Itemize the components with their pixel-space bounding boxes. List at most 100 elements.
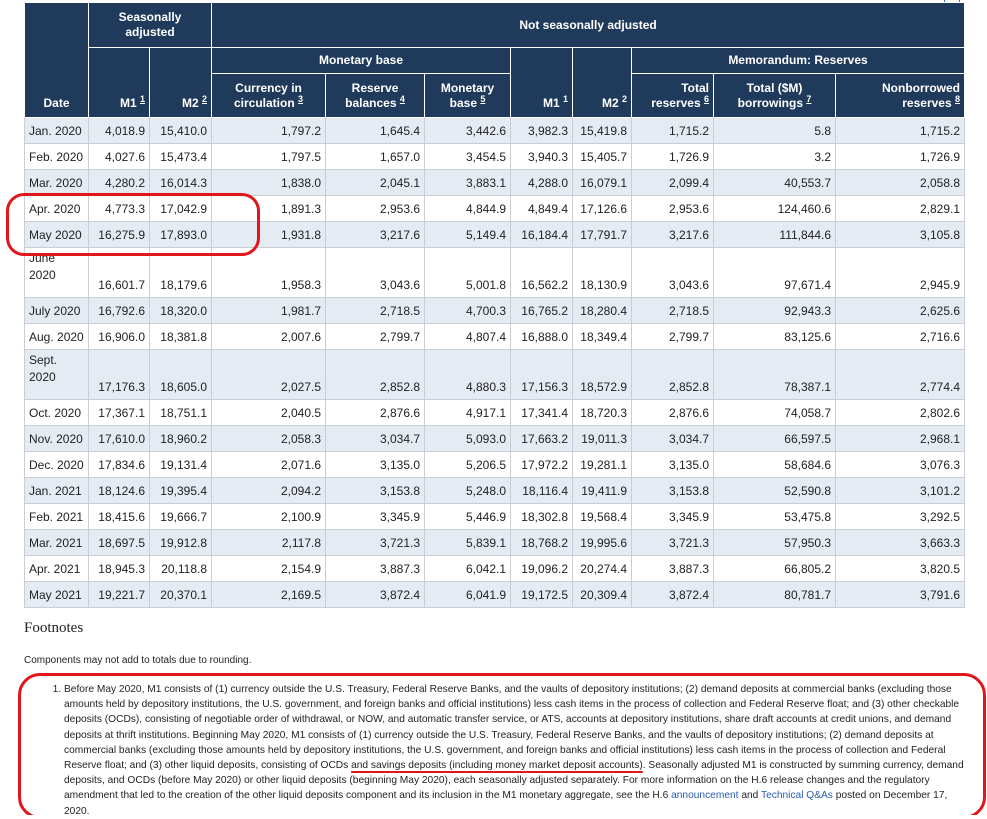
cell-sa-m1: 4,018.9 (88, 117, 150, 144)
footnote-link-5[interactable]: 5 (480, 94, 485, 104)
header-seasonally-adjusted: Seasonally adjusted (87, 2, 213, 48)
header-nonborrowed: Nonborrowed reserves 8 (835, 73, 966, 118)
footnote-link-7[interactable]: 7 (806, 94, 811, 104)
cell-monetary-base: 5,446.9 (424, 503, 512, 530)
table-row: May 2020 16,275.9 17,893.0 1,931.8 3,217.6 5,… (24, 221, 966, 248)
cell-total-borrowings: 92,943.3 (713, 297, 837, 324)
cell-reserve-balances: 3,887.3 (325, 555, 426, 582)
header-total-borrowings-label: Total ($M) borrowings (737, 80, 803, 110)
cell-sa-m1: 4,027.6 (88, 143, 150, 170)
cell-total-borrowings: 111,844.6 (713, 221, 837, 248)
header-seasonally-adjusted-label: Seasonally adjusted (118, 10, 182, 39)
table-row: Aug. 2020 16,906.0 18,381.8 2,007.6 2,799.7 4… (24, 323, 966, 350)
cell-sa-m2: 18,320.0 (148, 297, 213, 324)
cell-nsa-m2: 15,405.7 (572, 143, 633, 170)
cell-total-reserves: 2,099.4 (631, 169, 715, 196)
cell-reserve-balances: 1,645.4 (325, 117, 426, 144)
cell-currency: 2,169.5 (211, 581, 327, 608)
header-nsa-m2: M2 2 (572, 47, 633, 118)
cell-total-reserves: 2,852.8 (631, 349, 715, 400)
cell-sa-m2: 20,370.1 (148, 581, 213, 608)
cell-date: Jan. 2021 (24, 477, 89, 504)
cell-total-borrowings: 3.2 (713, 143, 837, 170)
cell-nsa-m1: 17,156.3 (510, 349, 574, 400)
header-sa-m1-label: M1 (119, 96, 137, 110)
cell-nsa-m1: 4,849.4 (510, 195, 574, 222)
cell-nsa-m2: 19,411.9 (572, 477, 633, 504)
footnote-ref-2: 2 (622, 94, 628, 104)
announcement-link[interactable]: announcement (671, 790, 738, 801)
cell-date: May 2020 (24, 221, 89, 248)
cell-reserve-balances: 2,799.7 (325, 323, 426, 350)
cell-currency: 1,958.3 (211, 247, 327, 298)
cell-monetary-base: 4,700.3 (424, 297, 512, 324)
footnote-link-6[interactable]: 6 (704, 94, 709, 104)
cell-nonborrowed-reserves: 3,663.3 (835, 529, 966, 556)
header-nsa-m1: M1 1 (510, 47, 574, 118)
cell-monetary-base: 4,880.3 (424, 349, 512, 400)
header-date-label: Date (43, 96, 70, 110)
components-note: Components may not add to totals due to … (24, 655, 252, 666)
header-nsa-m1-label: M1 (542, 96, 560, 110)
header-nsa-m2-label: M2 (601, 96, 619, 110)
cell-nsa-m1: 4,288.0 (510, 169, 574, 196)
technical-qa-link[interactable]: Technical Q&As (761, 790, 833, 801)
cell-nsa-m1: 16,765.2 (510, 297, 574, 324)
cell-nsa-m1: 19,096.2 (510, 555, 574, 582)
cell-nsa-m1: 18,302.8 (510, 503, 574, 530)
cell-sa-m2: 19,395.4 (148, 477, 213, 504)
cell-total-reserves: 3,887.3 (631, 555, 715, 582)
cell-currency: 2,117.8 (211, 529, 327, 556)
footnote-link-2[interactable]: 2 (202, 94, 207, 104)
header-total-reserves-label: Total reserves (651, 80, 710, 110)
cell-sa-m2: 15,410.0 (148, 117, 213, 144)
cell-nsa-m1: 17,972.2 (510, 451, 574, 478)
footnote-link-3[interactable]: 3 (298, 94, 303, 104)
cell-sa-m2: 19,666.7 (148, 503, 213, 530)
table-row: Feb. 2021 18,415.6 19,666.7 2,100.9 3,345.9 5… (24, 503, 966, 530)
cell-sa-m2: 18,381.8 (148, 323, 213, 350)
cell-date: Feb. 2021 (24, 503, 89, 530)
footnote-link-4[interactable]: 4 (400, 94, 405, 104)
cell-total-reserves: 3,872.4 (631, 581, 715, 608)
cell-nsa-m2: 19,281.1 (572, 451, 633, 478)
cell-nsa-m2: 19,995.6 (572, 529, 633, 556)
footnotes-list: Before May 2020, M1 consists of (1) curr… (24, 682, 966, 819)
header-date: Date (24, 2, 89, 118)
cell-monetary-base: 5,206.5 (424, 451, 512, 478)
cell-nonborrowed-reserves: 3,791.6 (835, 581, 966, 608)
cell-currency: 2,027.5 (211, 349, 327, 400)
table-row: Mar. 2021 18,697.5 19,912.8 2,117.8 3,721.3 5… (24, 529, 966, 556)
money-stock-table-container: Date Seasonally adjusted Not seasonally … (24, 2, 966, 608)
cell-reserve-balances: 3,872.4 (325, 581, 426, 608)
cell-nsa-m2: 15,419.8 (572, 117, 633, 144)
footnote-link-1[interactable]: 1 (140, 94, 145, 104)
table-row: Nov. 2020 17,610.0 18,960.2 2,058.3 3,034.7 5… (24, 425, 966, 452)
cell-currency: 1,931.8 (211, 221, 327, 248)
cell-total-reserves: 1,726.9 (631, 143, 715, 170)
header-sa-m2-label: M2 (181, 96, 199, 110)
cell-nsa-m2: 18,572.9 (572, 349, 633, 400)
cell-date: Jan. 2020 (24, 117, 89, 144)
cell-monetary-base: 4,917.1 (424, 399, 512, 426)
header-monetary-base-group: Monetary base (211, 47, 512, 74)
cell-reserve-balances: 3,043.6 (325, 247, 426, 298)
footnote-link-8[interactable]: 8 (955, 94, 960, 104)
cell-date: Sept. 2020 (24, 349, 89, 400)
cell-nsa-m1: 16,184.4 (510, 221, 574, 248)
header-monetary-base-group-label: Monetary base (319, 53, 404, 67)
cell-total-borrowings: 78,387.1 (713, 349, 837, 400)
cell-total-reserves: 3,153.8 (631, 477, 715, 504)
cell-nonborrowed-reserves: 2,945.9 (835, 247, 966, 298)
cell-nonborrowed-reserves: 2,829.1 (835, 195, 966, 222)
header-total-borrowings: Total ($M) borrowings 7 (713, 73, 837, 118)
table-row: May 2021 19,221.7 20,370.1 2,169.5 3,872.4 6,… (24, 581, 966, 608)
cell-date: Dec. 2020 (24, 451, 89, 478)
cell-nonborrowed-reserves: 3,105.8 (835, 221, 966, 248)
cell-sa-m2: 19,912.8 (148, 529, 213, 556)
cell-total-borrowings: 124,460.6 (713, 195, 837, 222)
cell-currency: 2,100.9 (211, 503, 327, 530)
cell-sa-m1: 16,792.6 (88, 297, 150, 324)
cell-date: July 2020 (24, 297, 89, 324)
table-body: Jan. 2020 4,018.9 15,410.0 1,797.2 1,645.4 3,… (24, 117, 966, 608)
